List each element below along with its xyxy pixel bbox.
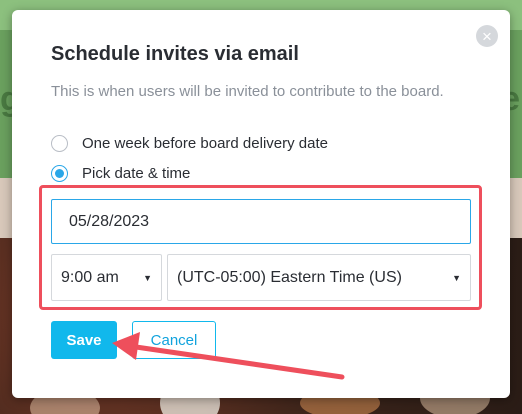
- close-icon: ×: [482, 26, 492, 46]
- radio-selected-dot: [55, 169, 64, 178]
- modal-description: This is when users will be invited to co…: [51, 83, 444, 100]
- modal-title: Schedule invites via email: [51, 43, 299, 65]
- save-button[interactable]: Save: [51, 321, 117, 359]
- cancel-button[interactable]: Cancel: [132, 321, 216, 359]
- radio-one-week-before[interactable]: [51, 135, 68, 152]
- radio-pick-date-time[interactable]: [51, 165, 68, 182]
- close-button[interactable]: ×: [476, 25, 498, 47]
- annotation-highlight-box: [39, 185, 482, 310]
- option-label: Pick date & time: [82, 165, 191, 182]
- option-one-week-before[interactable]: One week before board delivery date: [51, 135, 328, 152]
- option-pick-date-time[interactable]: Pick date & time: [51, 165, 190, 182]
- option-label: One week before board delivery date: [82, 135, 328, 152]
